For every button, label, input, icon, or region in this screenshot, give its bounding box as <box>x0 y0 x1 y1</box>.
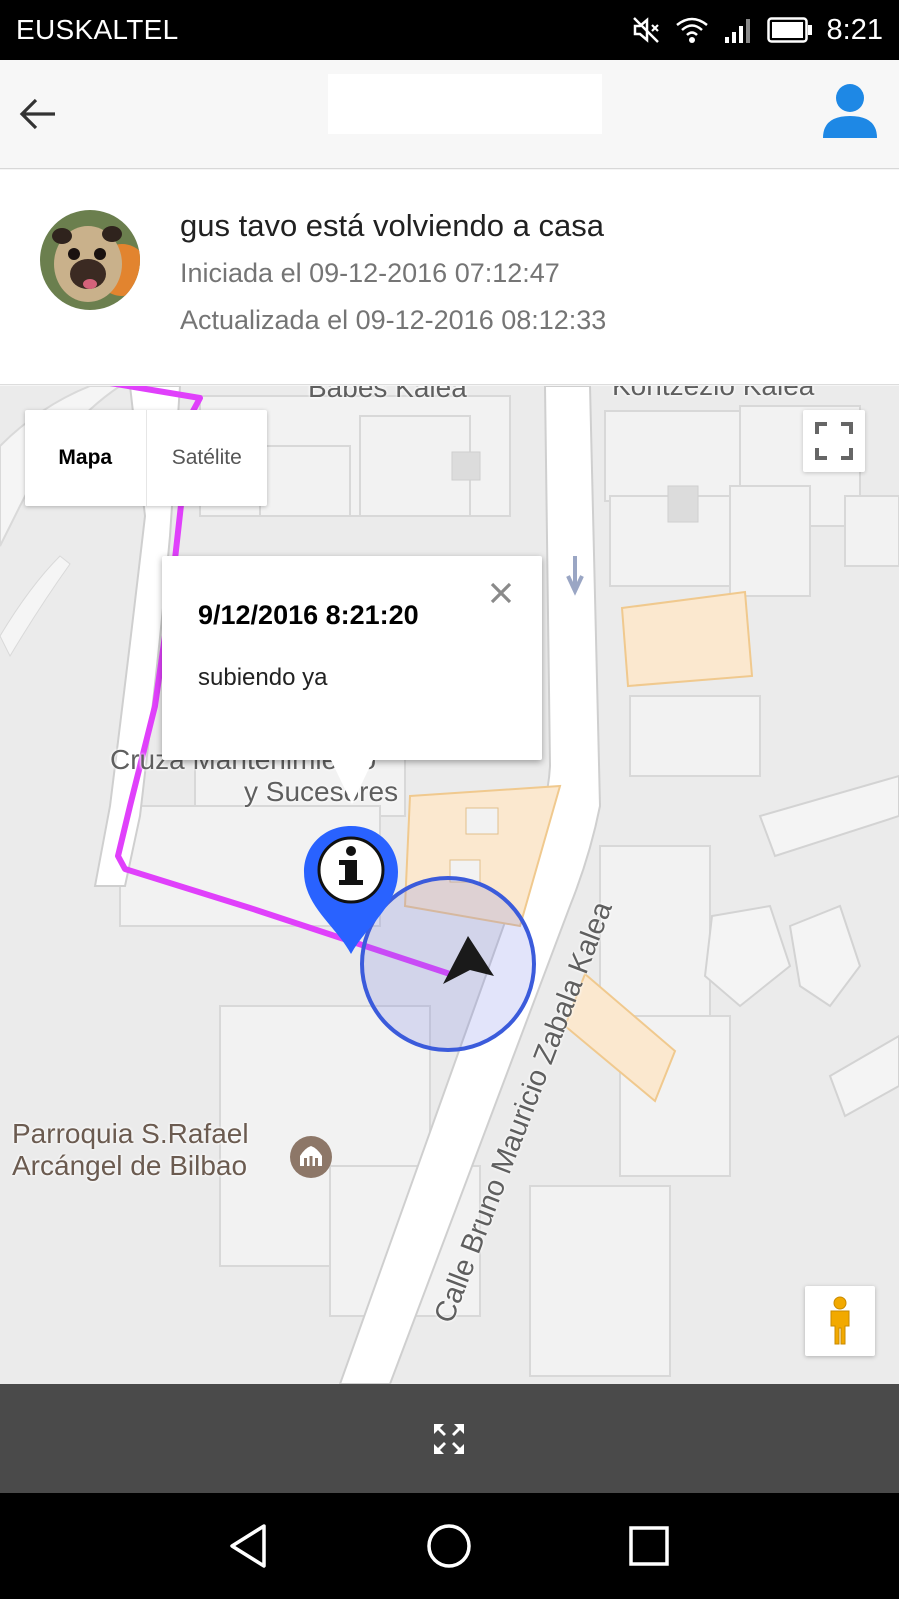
home-circle-icon[interactable] <box>424 1521 474 1571</box>
person-icon <box>823 84 877 138</box>
expand-button[interactable] <box>430 1420 468 1458</box>
pegman-icon <box>830 1296 850 1345</box>
street-label-top-right: Kontzezio Kalea <box>612 386 814 402</box>
info-window-title: 9/12/2016 8:21:20 <box>198 600 419 630</box>
info-window-body: subiendo ya <box>198 664 328 691</box>
recents-square-icon[interactable] <box>624 1521 674 1571</box>
avatar[interactable] <box>40 210 140 310</box>
info-window: 9/12/2016 8:21:20 subiendo ya <box>162 556 542 760</box>
screen: EUSKALTEL 8:21 gus tavo está volviendo a… <box>0 0 899 1599</box>
bottom-toolbar <box>0 1384 899 1493</box>
signal-icon <box>724 19 750 43</box>
map-type-control: Mapa Satélite <box>25 410 267 506</box>
status-icons: 8:21 <box>631 10 883 50</box>
trip-title: gus tavo está volviendo a casa <box>180 208 604 243</box>
street-label-top-left: Babes Kalea <box>308 386 467 403</box>
close-icon <box>490 582 512 604</box>
church-icon[interactable] <box>288 1134 334 1180</box>
pug-photo <box>40 210 140 310</box>
title-field <box>328 74 602 134</box>
map-canvas <box>0 386 899 1384</box>
carrier-name: EUSKALTEL <box>16 14 179 45</box>
fullscreen-button[interactable] <box>803 410 865 472</box>
street-view-button[interactable] <box>805 1286 875 1356</box>
app-bar <box>0 60 899 169</box>
battery-icon <box>766 17 812 43</box>
arrow-back-icon <box>19 98 55 130</box>
church-label-line1: Parroquia S.Rafael <box>12 1118 249 1149</box>
profile-button[interactable] <box>821 82 879 140</box>
status-bar: EUSKALTEL 8:21 <box>0 0 899 60</box>
system-nav-bar <box>0 1493 899 1599</box>
trip-info-panel: gus tavo está volviendo a casa Iniciada … <box>0 170 899 385</box>
clock: 8:21 <box>826 13 883 46</box>
fullscreen-icon <box>815 422 853 460</box>
map-view[interactable]: Babes Kalea Kontzezio Kalea Cruza Manten… <box>0 386 899 1384</box>
expand-icon <box>434 1424 464 1454</box>
map-type-satellite-button[interactable]: Satélite <box>147 410 268 506</box>
wifi-icon <box>675 17 708 43</box>
info-window-tail <box>330 758 374 804</box>
mute-icon <box>632 17 659 43</box>
church-label-line2: Arcángel de Bilbao <box>12 1150 248 1181</box>
back-button[interactable] <box>14 90 62 138</box>
business-label-line2: y Sucesores <box>244 776 399 807</box>
info-window-close-button[interactable] <box>486 578 516 608</box>
back-triangle-icon[interactable] <box>224 1521 274 1571</box>
trip-updated: Actualizada el 09-12-2016 08:12:33 <box>180 305 607 335</box>
trip-started: Iniciada el 09-12-2016 07:12:47 <box>180 258 560 288</box>
map-type-map-button[interactable]: Mapa <box>25 410 147 506</box>
